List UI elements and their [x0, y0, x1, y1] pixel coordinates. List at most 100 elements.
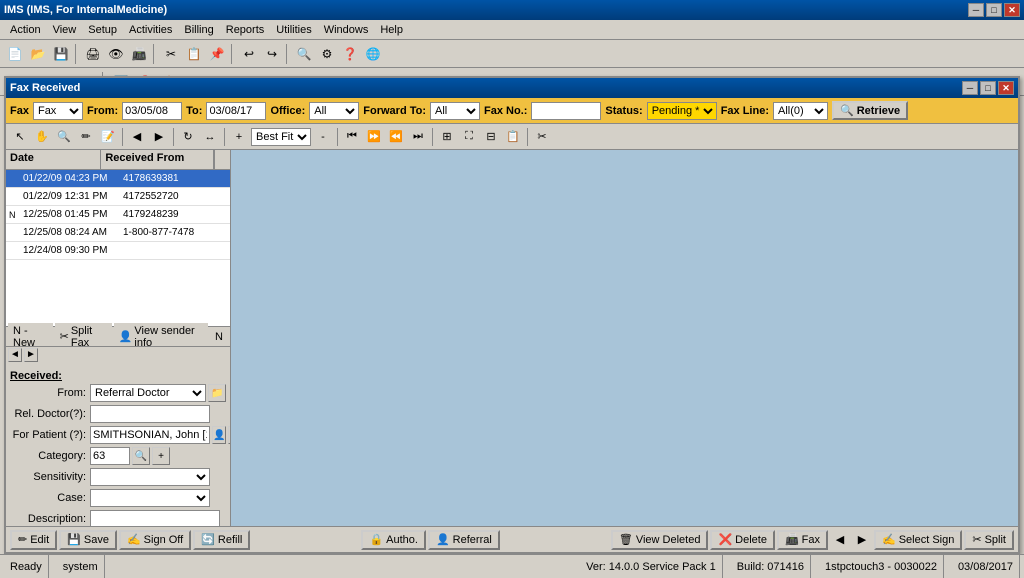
- info-btn[interactable]: 🌐: [362, 43, 384, 65]
- view-fullscreen-btn[interactable]: ⛶: [459, 127, 479, 147]
- help-main-btn[interactable]: ❓: [339, 43, 361, 65]
- status-filter-select[interactable]: Pending * All: [647, 102, 717, 120]
- patient-info-btn[interactable]: 📋: [228, 426, 230, 444]
- menu-billing[interactable]: Billing: [178, 23, 219, 37]
- view-rotate-btn[interactable]: ↻: [178, 127, 198, 147]
- fax-row[interactable]: 12/24/08 09:30 PM: [6, 242, 230, 260]
- menu-setup[interactable]: Setup: [82, 23, 123, 37]
- print-btn[interactable]: 🖨: [82, 43, 104, 65]
- fax-type-select[interactable]: Fax: [33, 102, 83, 120]
- from-browse-btn[interactable]: 📁: [208, 384, 226, 402]
- fax-list-panel: Date Received From 01/22/09 04:23 PM 417…: [6, 150, 231, 526]
- menu-action[interactable]: Action: [4, 23, 47, 37]
- category-browse-btn[interactable]: 🔍: [132, 447, 150, 465]
- view-select-btn[interactable]: ↖: [10, 127, 30, 147]
- fax-minimize-btn[interactable]: ─: [962, 81, 978, 95]
- view-next-page-btn[interactable]: ▶: [149, 127, 169, 147]
- view-fwd-btn[interactable]: ⏩: [364, 127, 384, 147]
- undo-btn[interactable]: ↩: [238, 43, 260, 65]
- rel-doctor-input[interactable]: [90, 405, 210, 423]
- save-button[interactable]: 💾 Save: [59, 530, 117, 550]
- save-main-btn[interactable]: 💾: [50, 43, 72, 65]
- fax-row[interactable]: 01/22/09 12:31 PM 4172552720: [6, 188, 230, 206]
- cut-btn[interactable]: ✂: [160, 43, 182, 65]
- n-btn[interactable]: N: [210, 329, 228, 345]
- view-prev-page-btn[interactable]: ◀: [127, 127, 147, 147]
- refill-button[interactable]: 🔄 Refill: [193, 530, 250, 550]
- zoom-select[interactable]: Best Fit 50% 100% 150%: [251, 128, 311, 146]
- view-draw-btn[interactable]: ✏: [76, 127, 96, 147]
- menu-windows[interactable]: Windows: [318, 23, 375, 37]
- status-ready: Ready: [4, 555, 49, 578]
- sign-off-button[interactable]: ✍ Sign Off: [119, 530, 191, 550]
- redo-btn[interactable]: ↪: [261, 43, 283, 65]
- paste-btn[interactable]: 📌: [206, 43, 228, 65]
- view-zoom-out-btn[interactable]: -: [313, 127, 333, 147]
- view-annotate-btn[interactable]: 📝: [98, 127, 118, 147]
- view-rwd-btn[interactable]: ⏪: [386, 127, 406, 147]
- view-sender-label: View sender info: [134, 325, 203, 349]
- menu-view[interactable]: View: [47, 23, 83, 37]
- edit-button[interactable]: ✏ Edit: [10, 530, 57, 550]
- open-btn[interactable]: 📂: [27, 43, 49, 65]
- view-scissors-btn[interactable]: ✂: [532, 127, 552, 147]
- menu-utilities[interactable]: Utilities: [270, 23, 317, 37]
- close-btn[interactable]: ✕: [1004, 3, 1020, 17]
- category-input[interactable]: [90, 447, 130, 465]
- copy-btn[interactable]: 📋: [183, 43, 205, 65]
- nav-prev-fax-btn[interactable]: ◀: [830, 530, 850, 550]
- from-date-input[interactable]: [122, 102, 182, 120]
- fax-row[interactable]: 01/22/09 04:23 PM 4178639381: [6, 170, 230, 188]
- nav-next-fax-btn[interactable]: ▶: [852, 530, 872, 550]
- nav-right-btn[interactable]: ►: [24, 348, 38, 362]
- find-btn[interactable]: 🔍: [293, 43, 315, 65]
- menu-reports[interactable]: Reports: [220, 23, 271, 37]
- autho-button[interactable]: 🔒 Autho.: [361, 530, 426, 550]
- fax-line-select[interactable]: All(0): [773, 102, 828, 120]
- category-add-btn[interactable]: +: [152, 447, 170, 465]
- view-last-btn[interactable]: ⏭: [408, 127, 428, 147]
- forward-to-select[interactable]: All: [430, 102, 480, 120]
- select-sign-label: Select Sign: [899, 534, 955, 546]
- view-thumb-btn[interactable]: ⊞: [437, 127, 457, 147]
- case-select[interactable]: [90, 489, 210, 507]
- fax-no-input[interactable]: [531, 102, 601, 120]
- view-props-btn[interactable]: 📋: [503, 127, 523, 147]
- settings-btn[interactable]: ⚙: [316, 43, 338, 65]
- ready-label: Ready: [10, 561, 42, 573]
- view-first-btn[interactable]: ⏮: [342, 127, 362, 147]
- referral-button[interactable]: 👤 Referral: [428, 530, 500, 550]
- retrieve-button[interactable]: 🔍 Retrieve: [832, 101, 908, 120]
- fax-main-btn[interactable]: 📠: [128, 43, 150, 65]
- maximize-btn[interactable]: □: [986, 3, 1002, 17]
- to-date-input[interactable]: [206, 102, 266, 120]
- preview-btn[interactable]: 👁: [105, 43, 127, 65]
- view-flip-btn[interactable]: ↔: [200, 127, 220, 147]
- split-button[interactable]: ✂ Split: [964, 530, 1014, 550]
- description-input[interactable]: [90, 510, 220, 526]
- sensitivity-select[interactable]: [90, 468, 210, 486]
- view-zoom-in-btn[interactable]: +: [229, 127, 249, 147]
- select-sign-button[interactable]: ✍ Select Sign: [874, 530, 962, 550]
- office-select[interactable]: All: [309, 102, 359, 120]
- split-label: Split: [985, 534, 1006, 546]
- from-select[interactable]: Referral Doctor: [90, 384, 206, 402]
- view-grid-btn[interactable]: ⊟: [481, 127, 501, 147]
- fax-row[interactable]: N 12/25/08 01:45 PM 4179248239: [6, 206, 230, 224]
- minimize-btn[interactable]: ─: [968, 3, 984, 17]
- view-deleted-button[interactable]: 🗑 View Deleted: [611, 530, 709, 550]
- patient-browse-btn[interactable]: 👤: [212, 426, 226, 444]
- fax-close-btn[interactable]: ✕: [998, 81, 1014, 95]
- fax-bottom-btn[interactable]: 📠 Fax: [777, 530, 828, 550]
- nav-left-btn[interactable]: ◄: [8, 348, 22, 362]
- fax-row[interactable]: 12/25/08 08:24 AM 1-800-877-7478: [6, 224, 230, 242]
- menu-bar: Action View Setup Activities Billing Rep…: [0, 20, 1024, 40]
- view-zoom-btn[interactable]: 🔍: [54, 127, 74, 147]
- menu-activities[interactable]: Activities: [123, 23, 178, 37]
- fax-maximize-btn[interactable]: □: [980, 81, 996, 95]
- patient-input[interactable]: [90, 426, 210, 444]
- delete-button[interactable]: ❌ Delete: [710, 530, 775, 550]
- new-doc-btn[interactable]: 📄: [4, 43, 26, 65]
- view-pan-btn[interactable]: ✋: [32, 127, 52, 147]
- menu-help[interactable]: Help: [374, 23, 409, 37]
